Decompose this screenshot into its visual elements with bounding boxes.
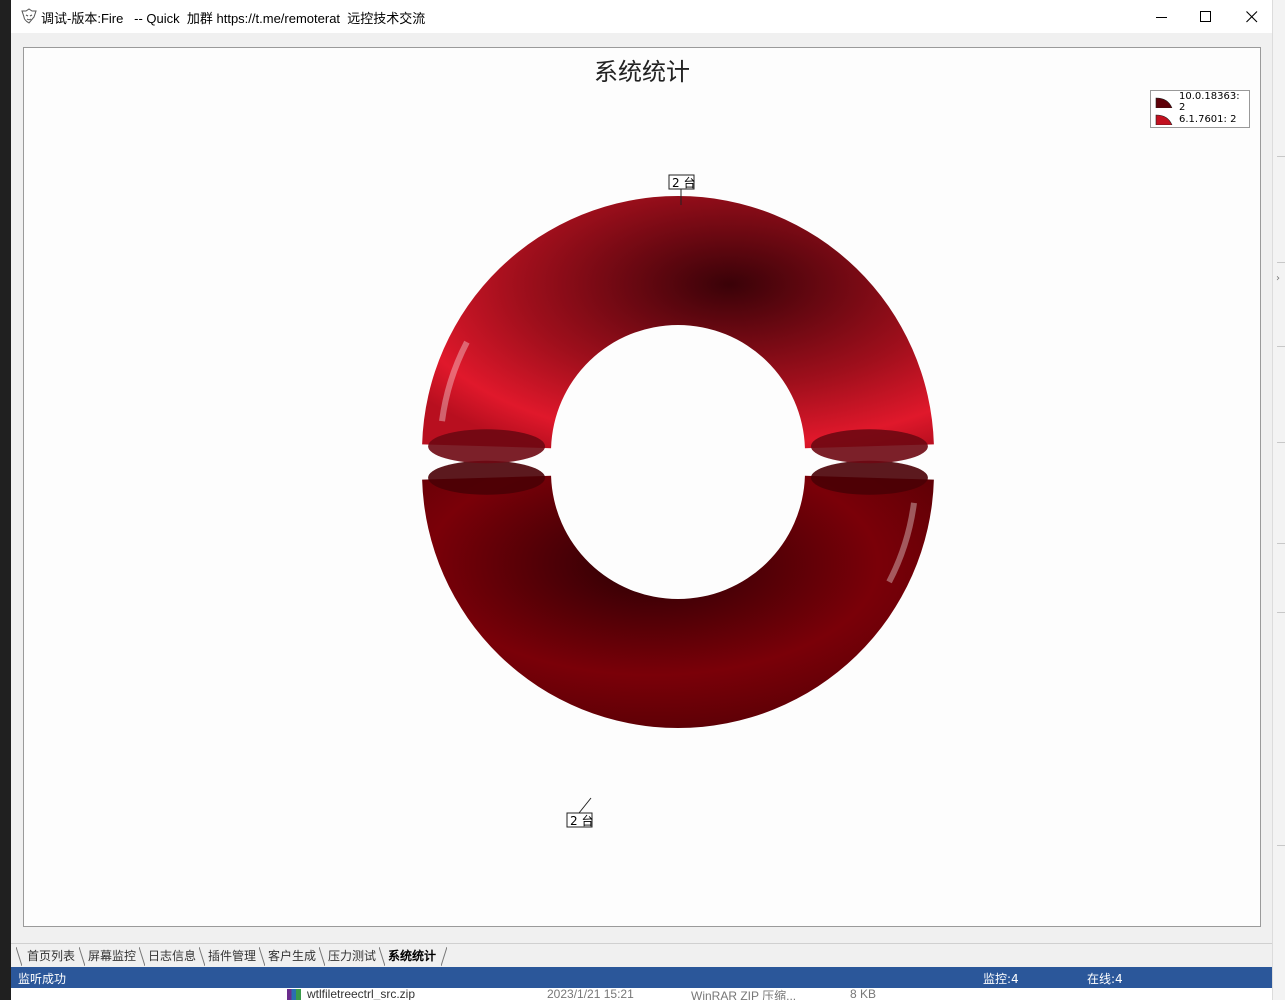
zip-file-icon: [287, 989, 301, 1000]
background-file-date: 2023/1/21 15:21: [547, 988, 634, 1000]
slice-end-cap: [428, 460, 546, 495]
status-online-count: 在线:4: [1087, 972, 1123, 986]
minimize-icon: [1156, 16, 1167, 18]
legend-item: 6.1.7601: 2: [1155, 112, 1236, 126]
tab-system-stats[interactable]: 系统统计: [384, 947, 440, 966]
slice-end-cap: [428, 429, 546, 464]
donut-slice-6.1.7601: [422, 195, 934, 449]
data-label: 2 台: [570, 813, 593, 828]
tab-screen-monitor[interactable]: 屏幕监控: [84, 947, 140, 966]
client-area: 系统统计 2 台 2 台 10.0.18363: 2 6.1.7601: 2: [11, 33, 1272, 943]
status-bar: 监听成功 监控:4 在线:4: [11, 967, 1272, 988]
tab-home-list[interactable]: 首页列表: [23, 947, 79, 966]
data-label-leader: [578, 797, 592, 814]
window-title: 调试-版本:Fire -- Quick 加群 https://t.me/remo…: [41, 11, 426, 26]
desktop-left-edge: [0, 0, 11, 1000]
chart-panel: 系统统计 2 台 2 台 10.0.18363: 2 6.1.7601: 2: [23, 47, 1261, 927]
fire-app-icon: [21, 8, 37, 24]
donut-chart: 2 台 2 台: [422, 174, 934, 828]
tab-stress-test[interactable]: 压力测试: [324, 947, 380, 966]
minimize-button[interactable]: [1139, 0, 1185, 33]
slice-end-cap: [810, 429, 928, 464]
chart-legend: 10.0.18363: 2 6.1.7601: 2: [1150, 90, 1250, 128]
background-window-edge: ›: [1272, 0, 1285, 1000]
tab-log-info[interactable]: 日志信息: [144, 947, 200, 966]
status-message: 监听成功: [18, 972, 67, 986]
background-file-row: wtlfiletreectrl_src.zip 2023/1/21 15:21 …: [11, 988, 1272, 1000]
donut-slice-10.0.18363: [422, 475, 934, 729]
legend-swatch: [1155, 97, 1173, 108]
slice-end-cap: [810, 460, 928, 495]
status-monitor-count: 监控:4: [983, 972, 1019, 986]
tab-separator: [16, 947, 22, 966]
tab-plugin-manager[interactable]: 插件管理: [204, 947, 260, 966]
main-window: 调试-版本:Fire -- Quick 加群 https://t.me/remo…: [11, 0, 1272, 988]
tab-bar: 首页列表 屏幕监控 日志信息 插件管理 客户生成 压力测试 系统统计: [11, 943, 1272, 968]
background-file-name: wtlfiletreectrl_src.zip: [307, 988, 416, 1000]
background-file-type: WinRAR ZIP 压缩...: [691, 989, 797, 1000]
maximize-button[interactable]: [1183, 0, 1229, 33]
title-bar[interactable]: 调试-版本:Fire -- Quick 加群 https://t.me/remo…: [11, 0, 1272, 33]
legend-label: 10.0.18363: 2: [1178, 91, 1240, 113]
background-file-size: 8 KB: [850, 988, 877, 1000]
legend-swatch: [1155, 114, 1173, 125]
legend-item: 10.0.18363: 2: [1155, 91, 1249, 113]
tab-separator: [441, 947, 447, 966]
maximize-icon: [1200, 10, 1211, 22]
close-button[interactable]: [1229, 0, 1275, 33]
tab-client-builder[interactable]: 客户生成: [264, 947, 320, 966]
data-label: 2 台: [672, 175, 695, 190]
legend-label: 6.1.7601: 2: [1179, 113, 1237, 125]
chevron-icon: ›: [1276, 273, 1280, 284]
close-icon: [1246, 10, 1258, 22]
